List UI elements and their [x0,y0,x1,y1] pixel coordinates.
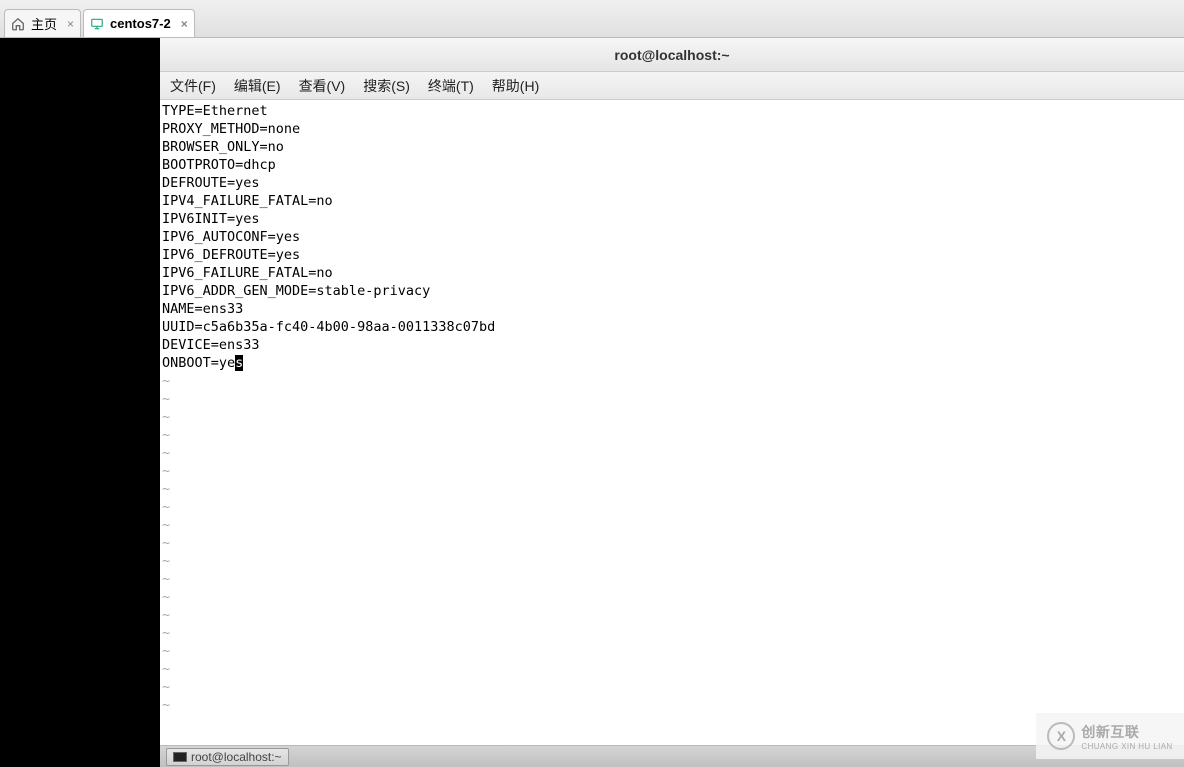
vim-tilde: ~ [162,462,1182,480]
tab-vm-label: centos7-2 [110,16,171,31]
file-line: NAME=ens33 [162,300,1182,318]
taskbar-item-terminal[interactable]: root@localhost:~ [166,748,289,766]
watermark-sub: CHUANG XIN HU LIAN [1081,742,1172,751]
tab-bar: 主页 × centos7-2 × [0,0,1184,38]
vim-tilde: ~ [162,534,1182,552]
vim-tilde: ~ [162,498,1182,516]
vim-tilde: ~ [162,516,1182,534]
menu-bar: 文件(F) 编辑(E) 查看(V) 搜索(S) 终端(T) 帮助(H) [160,72,1184,100]
file-line: IPV6_ADDR_GEN_MODE=stable-privacy [162,282,1182,300]
file-line: IPV6INIT=yes [162,210,1182,228]
file-line: BROWSER_ONLY=no [162,138,1182,156]
terminal[interactable]: TYPE=EthernetPROXY_METHOD=noneBROWSER_ON… [160,100,1184,745]
terminal-icon [173,752,187,762]
vim-tilde: ~ [162,408,1182,426]
watermark-text: 创新互联 [1081,724,1139,740]
file-line: IPV4_FAILURE_FATAL=no [162,192,1182,210]
cursor: s [235,355,243,371]
menu-help[interactable]: 帮助(H) [492,76,539,96]
close-icon[interactable]: × [177,17,188,31]
file-line: BOOTPROTO=dhcp [162,156,1182,174]
file-line: ONBOOT=yes [162,354,1182,372]
vim-tilde: ~ [162,570,1182,588]
file-line: DEFROUTE=yes [162,174,1182,192]
menu-view[interactable]: 查看(V) [299,76,346,96]
home-icon [11,17,25,31]
menu-file[interactable]: 文件(F) [170,76,216,96]
vim-tilde: ~ [162,588,1182,606]
vim-tilde: ~ [162,552,1182,570]
tab-home-label: 主页 [31,14,57,33]
watermark: X 创新互联 CHUANG XIN HU LIAN [1036,713,1184,759]
file-line: IPV6_FAILURE_FATAL=no [162,264,1182,282]
monitor-icon [90,17,104,31]
vim-tilde: ~ [162,624,1182,642]
menu-terminal[interactable]: 终端(T) [428,76,474,96]
file-line: DEVICE=ens33 [162,336,1182,354]
file-line: PROXY_METHOD=none [162,120,1182,138]
vim-tilde: ~ [162,372,1182,390]
file-line: IPV6_AUTOCONF=yes [162,228,1182,246]
vim-tilde: ~ [162,444,1182,462]
menu-edit[interactable]: 编辑(E) [234,76,281,96]
taskbar: root@localhost:~ [160,745,1184,767]
vim-tilde: ~ [162,660,1182,678]
tab-home[interactable]: 主页 × [4,9,81,37]
vim-tilde: ~ [162,678,1182,696]
taskbar-item-label: root@localhost:~ [191,750,282,764]
close-icon[interactable]: × [63,17,74,31]
left-panel [0,38,160,767]
vim-tilde: ~ [162,696,1182,714]
vim-tilde: ~ [162,480,1182,498]
vim-tilde: ~ [162,606,1182,624]
vim-tilde: ~ [162,426,1182,444]
tab-vm[interactable]: centos7-2 × [83,9,195,37]
main-layout: root@localhost:~ 文件(F) 编辑(E) 查看(V) 搜索(S)… [0,38,1184,767]
vim-tilde: ~ [162,390,1182,408]
file-line: TYPE=Ethernet [162,102,1182,120]
window-title: root@localhost:~ [160,38,1184,72]
vim-tilde: ~ [162,642,1182,660]
file-line: UUID=c5a6b35a-fc40-4b00-98aa-0011338c07b… [162,318,1182,336]
file-line: IPV6_DEFROUTE=yes [162,246,1182,264]
vm-desktop: root@localhost:~ 文件(F) 编辑(E) 查看(V) 搜索(S)… [160,38,1184,767]
menu-search[interactable]: 搜索(S) [363,76,410,96]
watermark-logo: X [1047,722,1075,750]
